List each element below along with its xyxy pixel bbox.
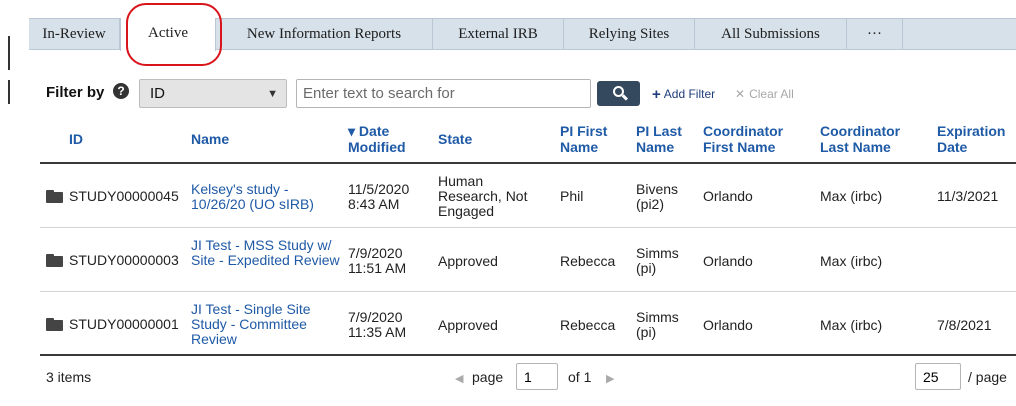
clear-all-link[interactable]: ✕ Clear All bbox=[735, 87, 794, 101]
study-id: STUDY00000003 bbox=[69, 252, 179, 268]
add-filter-link[interactable]: + Add Filter bbox=[652, 86, 715, 103]
window-edge-mark bbox=[8, 80, 10, 104]
close-icon: ✕ bbox=[735, 87, 746, 101]
folder-icon bbox=[46, 190, 63, 203]
date-modified: 7/9/2020 11:35 AM bbox=[348, 309, 407, 340]
pi-first-name: Rebecca bbox=[560, 317, 616, 333]
filter-by-label: Filter by bbox=[46, 84, 105, 101]
tab-in-review[interactable]: In-Review bbox=[29, 19, 120, 50]
study-name-link[interactable]: JI Test - Single Site Study - Committee … bbox=[191, 302, 326, 347]
coordinator-last-name: Max (irbc) bbox=[820, 188, 883, 204]
plus-icon: + bbox=[652, 86, 661, 103]
dropdown-arrow-icon: ▼ bbox=[267, 88, 278, 100]
previous-page-icon[interactable]: ◀ bbox=[455, 372, 463, 385]
coordinator-first-name: Orlando bbox=[703, 253, 753, 269]
study-state: Human Research, Not Engaged bbox=[438, 173, 528, 219]
items-count: 3 items bbox=[46, 369, 92, 385]
pi-last-name: Simms (pi) bbox=[636, 245, 679, 276]
add-filter-label: Add Filter bbox=[663, 87, 716, 101]
workspace-tab-bar: In-Review Active New Information Reports… bbox=[29, 18, 1016, 51]
window-edge-mark bbox=[8, 36, 10, 70]
tab-active[interactable]: Active bbox=[120, 18, 216, 51]
column-header-pi-first-name[interactable]: PI First Name bbox=[560, 123, 620, 155]
coordinator-last-name: Max (irbc) bbox=[820, 317, 883, 333]
folder-icon bbox=[46, 318, 63, 331]
coordinator-first-name: Orlando bbox=[703, 188, 753, 204]
page-total-label: of 1 bbox=[568, 369, 592, 385]
column-header-expiration-date[interactable]: Expiration Date bbox=[937, 123, 1015, 155]
date-modified: 7/9/2020 11:51 AM bbox=[348, 245, 407, 276]
search-button[interactable] bbox=[597, 81, 640, 106]
column-header-coordinator-last-name[interactable]: Coordinator Last Name bbox=[820, 123, 920, 155]
tab-external-irb[interactable]: External IRB bbox=[433, 19, 564, 50]
tab-relying-sites[interactable]: Relying Sites bbox=[564, 19, 695, 50]
study-state: Approved bbox=[438, 253, 498, 269]
filter-field-value: ID bbox=[150, 85, 165, 102]
column-header-date-modified[interactable]: ▾ Date Modified bbox=[348, 123, 428, 155]
tab-more-overflow[interactable]: ··· bbox=[847, 19, 903, 50]
date-modified: 11/5/2020 8:43 AM bbox=[348, 181, 410, 212]
column-header-coordinator-first-name[interactable]: Coordinator First Name bbox=[703, 123, 803, 155]
study-id: STUDY00000045 bbox=[69, 188, 179, 204]
question-circle-icon[interactable]: ? bbox=[113, 83, 129, 99]
study-state: Approved bbox=[438, 317, 498, 333]
filter-field-select[interactable]: ID ▼ bbox=[139, 79, 287, 108]
expiration-date: 7/8/2021 bbox=[937, 317, 992, 333]
page-size-input[interactable] bbox=[915, 363, 961, 390]
column-header-pi-last-name[interactable]: PI Last Name bbox=[636, 123, 696, 155]
row-divider bbox=[40, 227, 1016, 228]
filter-search-input[interactable] bbox=[296, 79, 591, 108]
column-header-state[interactable]: State bbox=[438, 131, 472, 147]
coordinator-last-name: Max (irbc) bbox=[820, 253, 883, 269]
clear-all-label: Clear All bbox=[749, 87, 794, 101]
coordinator-first-name: Orlando bbox=[703, 317, 753, 333]
sort-descending-icon: ▾ bbox=[348, 123, 356, 139]
table-footer-divider bbox=[40, 354, 1016, 356]
next-page-icon[interactable]: ▶ bbox=[606, 372, 614, 385]
expiration-date: 11/3/2021 bbox=[937, 188, 999, 204]
column-header-name[interactable]: Name bbox=[191, 131, 229, 147]
study-name-link[interactable]: JI Test - MSS Study w/ Site - Expedited … bbox=[191, 238, 343, 268]
tab-all-submissions[interactable]: All Submissions bbox=[695, 19, 847, 50]
study-id: STUDY00000001 bbox=[69, 316, 179, 332]
column-header-id[interactable]: ID bbox=[69, 131, 83, 147]
pi-last-name: Simms (pi) bbox=[636, 309, 679, 340]
pi-first-name: Phil bbox=[560, 188, 584, 204]
page-label: page bbox=[472, 369, 504, 385]
table-header-divider bbox=[40, 162, 1016, 164]
per-page-label: / page bbox=[968, 369, 1007, 385]
study-name-link[interactable]: Kelsey's study - 10/26/20 (UO sIRB) bbox=[191, 182, 316, 212]
row-divider bbox=[40, 291, 1016, 292]
column-header-label: Date Modified bbox=[348, 123, 406, 155]
pi-first-name: Rebecca bbox=[560, 253, 616, 269]
pi-last-name: Bivens (pi2) bbox=[636, 181, 679, 212]
page-number-input[interactable] bbox=[516, 363, 558, 390]
tab-new-information-reports[interactable]: New Information Reports bbox=[216, 19, 433, 50]
folder-icon bbox=[46, 254, 63, 267]
